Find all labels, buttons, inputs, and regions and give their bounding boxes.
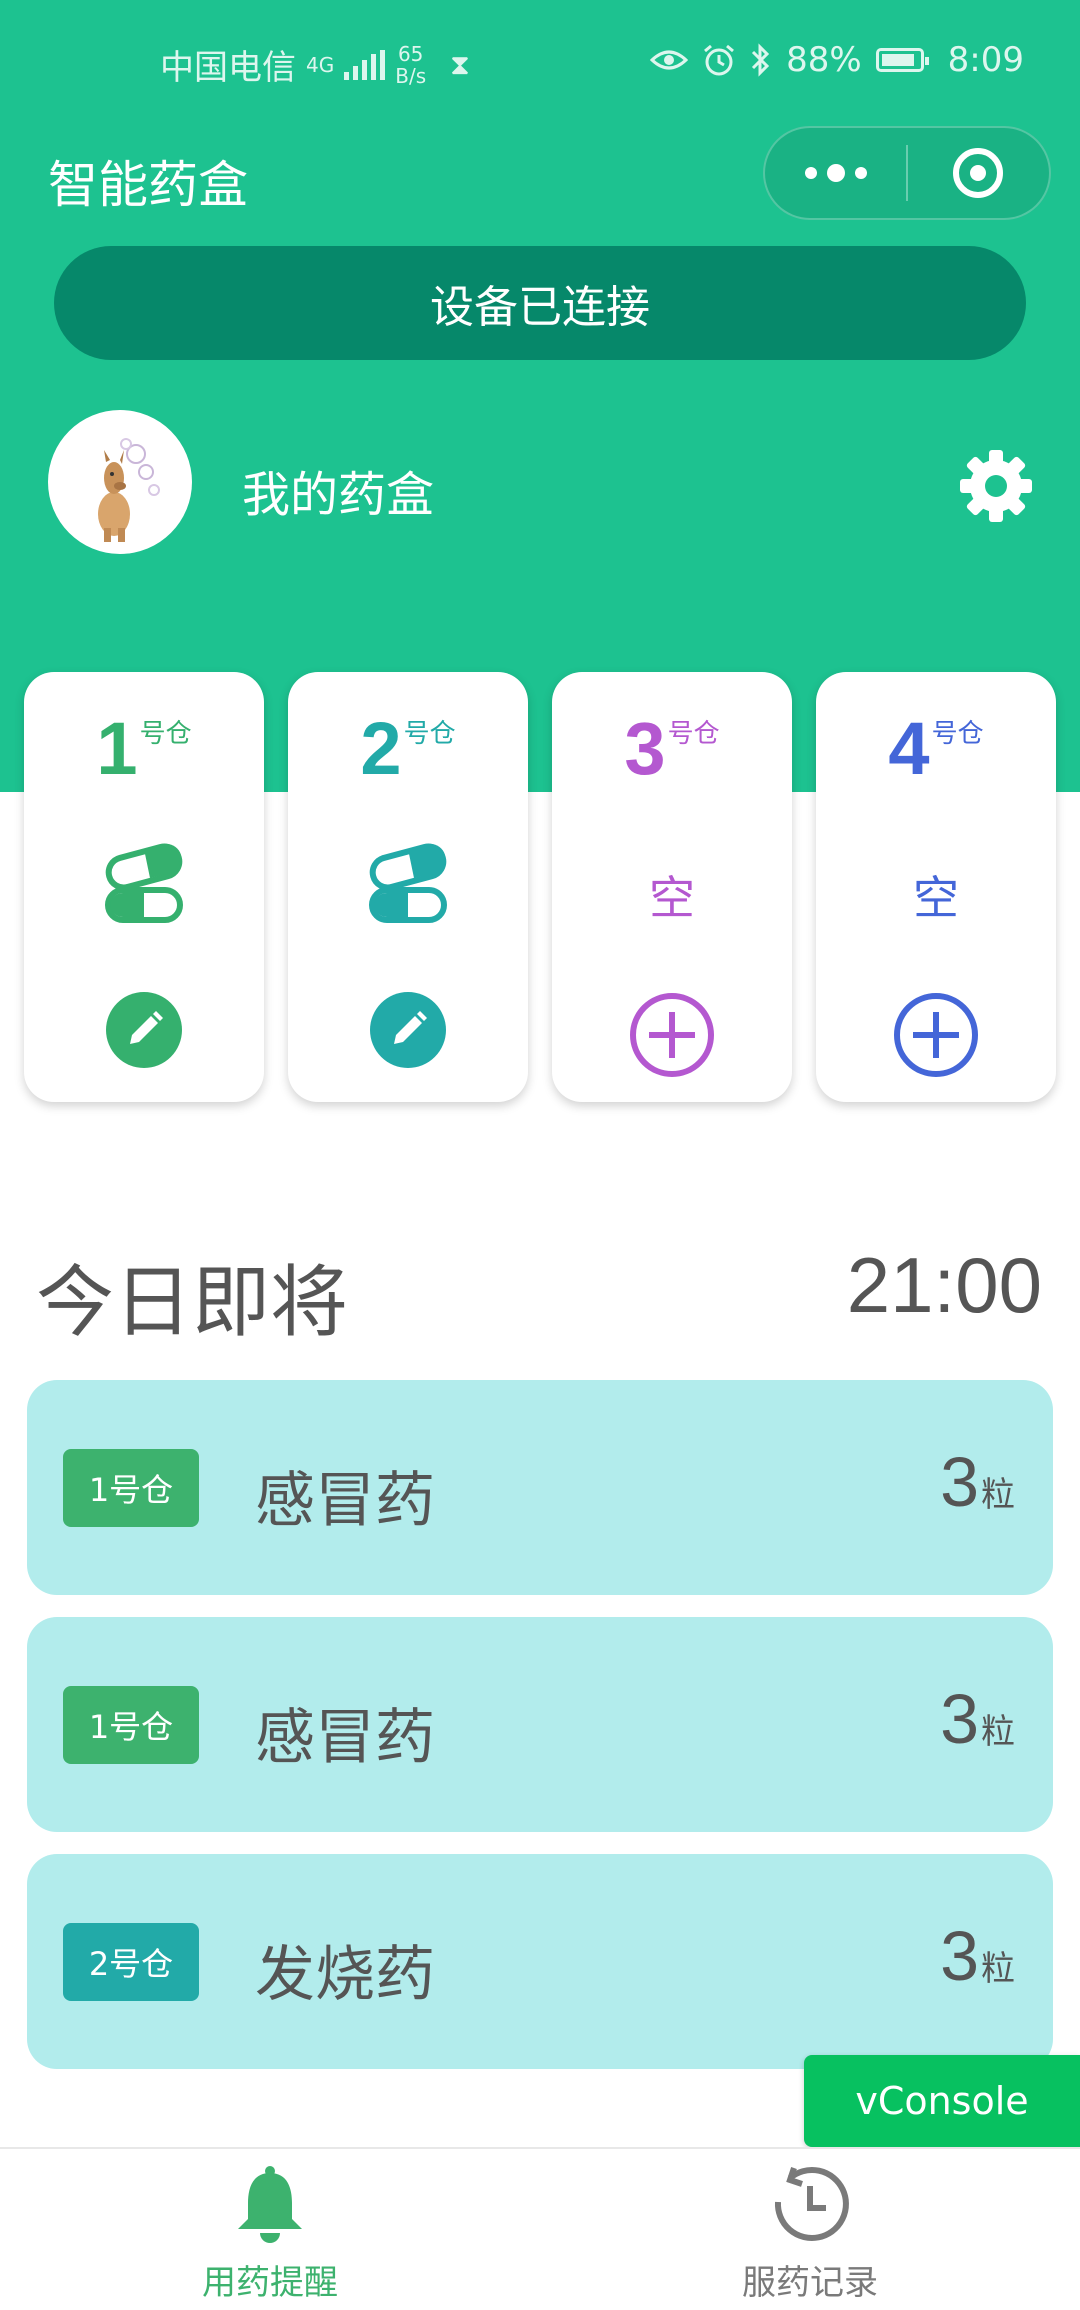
dose-card[interactable]: 1号仓 感冒药 3粒 [27,1617,1053,1832]
dose-quantity-unit: 粒 [981,1712,1015,1752]
dose-quantity-number: 3 [940,1443,979,1521]
add-circle-icon [630,993,714,1077]
edit-pencil-icon [106,992,182,1068]
network-type: 4G [306,52,335,77]
bin-3-suffix: 号仓 [667,719,720,749]
battery-percent: 88% [786,40,862,80]
battery-icon [875,48,929,72]
speed-unit: B/s [395,63,427,88]
pill-icon [24,842,264,926]
history-clock-icon [660,2163,960,2249]
bin-3-add-button[interactable] [552,992,792,1078]
bin-3-number: 3 [624,707,666,790]
tab-bar: 用药提醒 服药记录 [0,2147,1080,2310]
bin-1-edit-button[interactable] [24,992,264,1068]
app-title: 智能药盒 [48,156,248,214]
more-button[interactable] [765,128,906,218]
dose-card[interactable]: 2号仓 发烧药 3粒 [27,1854,1053,2069]
bin-3-empty-label: 空 [649,871,695,925]
bin-card-3[interactable]: 3号仓 空 [552,672,792,1102]
tab-medication-history-label: 服药记录 [742,2263,878,2303]
signal-icon [344,49,386,80]
dose-bin-badge: 1号仓 [63,1686,199,1764]
vconsole-button[interactable]: vConsole [804,2055,1080,2147]
device-connected-button[interactable]: 设备已连接 [54,246,1026,360]
bin-1-suffix: 号仓 [139,719,192,749]
carrier-label: 中国电信 [160,48,296,88]
dose-medicine-name: 发烧药 [255,1940,435,2010]
more-icon [804,164,867,182]
settings-gear-icon[interactable] [958,448,1034,524]
clock-time: 8:09 [947,40,1024,80]
status-bar: 中国电信 4G 65 B/s ⧗ 88% 8:09 [0,0,1080,120]
dose-quantity: 3粒 [940,1679,1015,1759]
dose-bin-badge: 1号仓 [63,1449,199,1527]
today-title: 今日即将 [36,1258,349,1348]
alarm-icon [704,44,735,76]
dose-quantity-unit: 粒 [981,1475,1015,1515]
status-right: 88% 8:09 [650,40,1024,80]
bin-card-1[interactable]: 1号仓 [24,672,264,1102]
bin-3-header: 3号仓 [552,706,792,791]
bell-icon [120,2163,420,2249]
bin-4-empty-label: 空 [913,871,959,925]
bin-card-2[interactable]: 2号仓 [288,672,528,1102]
bin-2-header: 2号仓 [288,706,528,791]
dose-quantity-number: 3 [940,1917,979,1995]
tab-medication-history[interactable]: 服药记录 [660,2163,960,2304]
dose-medicine-name: 感冒药 [255,1703,435,1773]
pill-icon [288,842,528,926]
dose-quantity-unit: 粒 [981,1949,1015,1989]
eye-icon [650,50,689,70]
target-icon [953,148,1004,198]
bin-card-4[interactable]: 4号仓 空 [816,672,1056,1102]
bluetooth-icon [752,43,770,77]
bin-2-number: 2 [360,707,402,790]
dose-card[interactable]: 1号仓 感冒药 3粒 [27,1380,1053,1595]
speed-value: 65 [397,41,424,66]
bin-4-add-button[interactable] [816,992,1056,1078]
tab-medication-reminder[interactable]: 用药提醒 [120,2163,420,2304]
alpaca-avatar-icon [98,438,160,542]
dose-quantity: 3粒 [940,1916,1015,1996]
dose-quantity: 3粒 [940,1442,1015,1522]
dose-quantity-number: 3 [940,1680,979,1758]
tab-medication-reminder-label: 用药提醒 [202,2263,338,2303]
add-circle-icon [894,993,978,1077]
network-speed: 65 B/s [395,43,426,87]
dose-medicine-name: 感冒药 [255,1466,435,1536]
bin-1-number: 1 [96,707,138,790]
hourglass-icon: ⧗ [450,47,470,81]
bin-2-edit-button[interactable] [288,992,528,1068]
bin-2-suffix: 号仓 [403,719,456,749]
avatar[interactable] [48,410,192,554]
status-left: 中国电信 4G 65 B/s ⧗ [160,40,470,89]
bin-4-suffix: 号仓 [931,719,984,749]
box-name: 我的药盒 [242,467,435,523]
bin-4-header: 4号仓 [816,706,1056,791]
dose-bin-badge: 2号仓 [63,1923,199,2001]
mini-program-capsule [763,126,1051,220]
edit-pencil-icon [370,992,446,1068]
today-time: 21:00 [846,1241,1042,1329]
bin-1-header: 1号仓 [24,706,264,791]
close-mini-program-button[interactable] [908,128,1049,218]
bin-4-number: 4 [888,707,930,790]
